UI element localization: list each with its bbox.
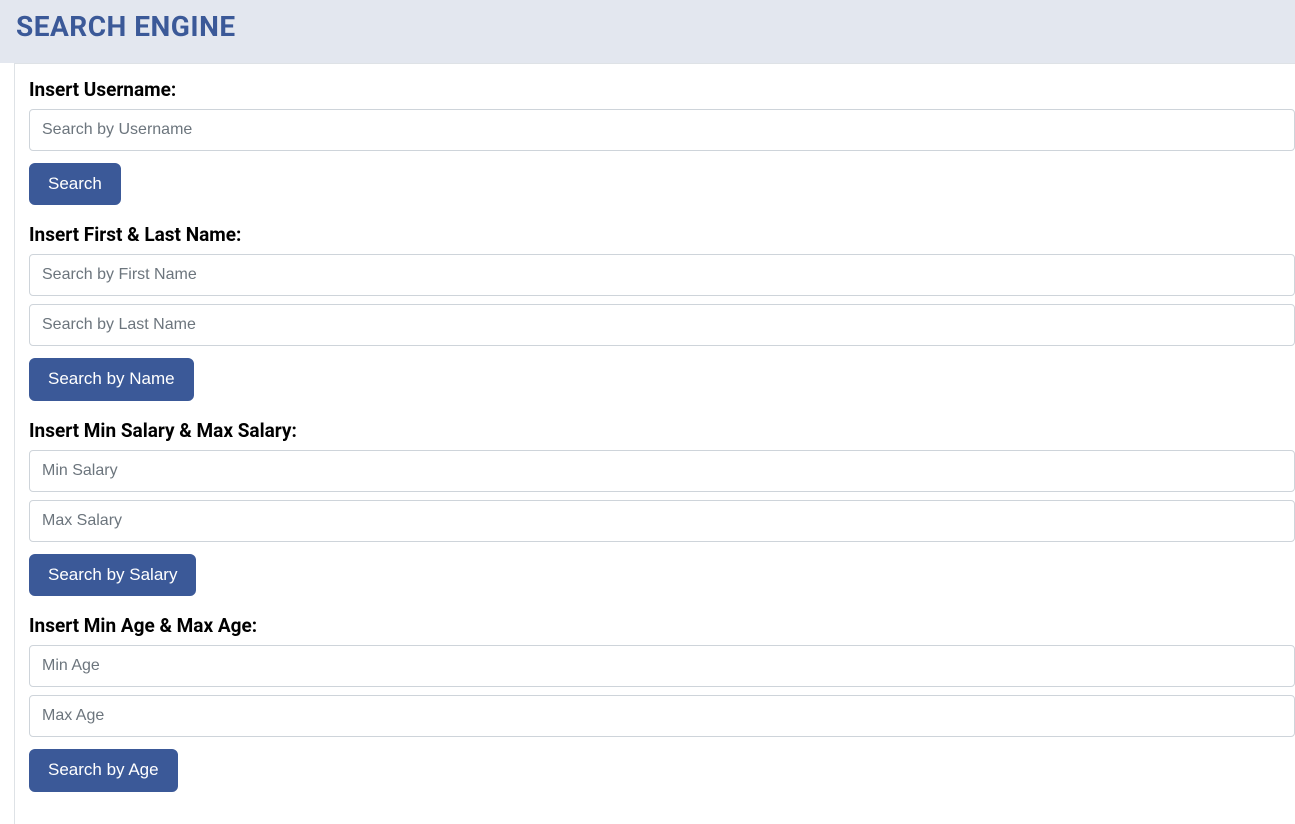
search-username-button[interactable]: Search	[29, 163, 121, 205]
search-name-button[interactable]: Search by Name	[29, 358, 194, 400]
min-salary-input[interactable]	[29, 450, 1295, 492]
search-salary-button[interactable]: Search by Salary	[29, 554, 196, 596]
last-name-input[interactable]	[29, 304, 1295, 346]
first-name-input[interactable]	[29, 254, 1295, 296]
content-area: Insert Username: Search Insert First & L…	[14, 63, 1295, 824]
max-salary-input[interactable]	[29, 500, 1295, 542]
username-label: Insert Username:	[29, 78, 1295, 101]
username-input[interactable]	[29, 109, 1295, 151]
age-label: Insert Min Age & Max Age:	[29, 614, 1295, 637]
name-label: Insert First & Last Name:	[29, 223, 1295, 246]
salary-label: Insert Min Salary & Max Salary:	[29, 419, 1295, 442]
min-age-input[interactable]	[29, 645, 1295, 687]
max-age-input[interactable]	[29, 695, 1295, 737]
page-header: SEARCH ENGINE	[0, 0, 1295, 63]
page-title: SEARCH ENGINE	[16, 10, 1279, 43]
search-age-button[interactable]: Search by Age	[29, 749, 178, 791]
